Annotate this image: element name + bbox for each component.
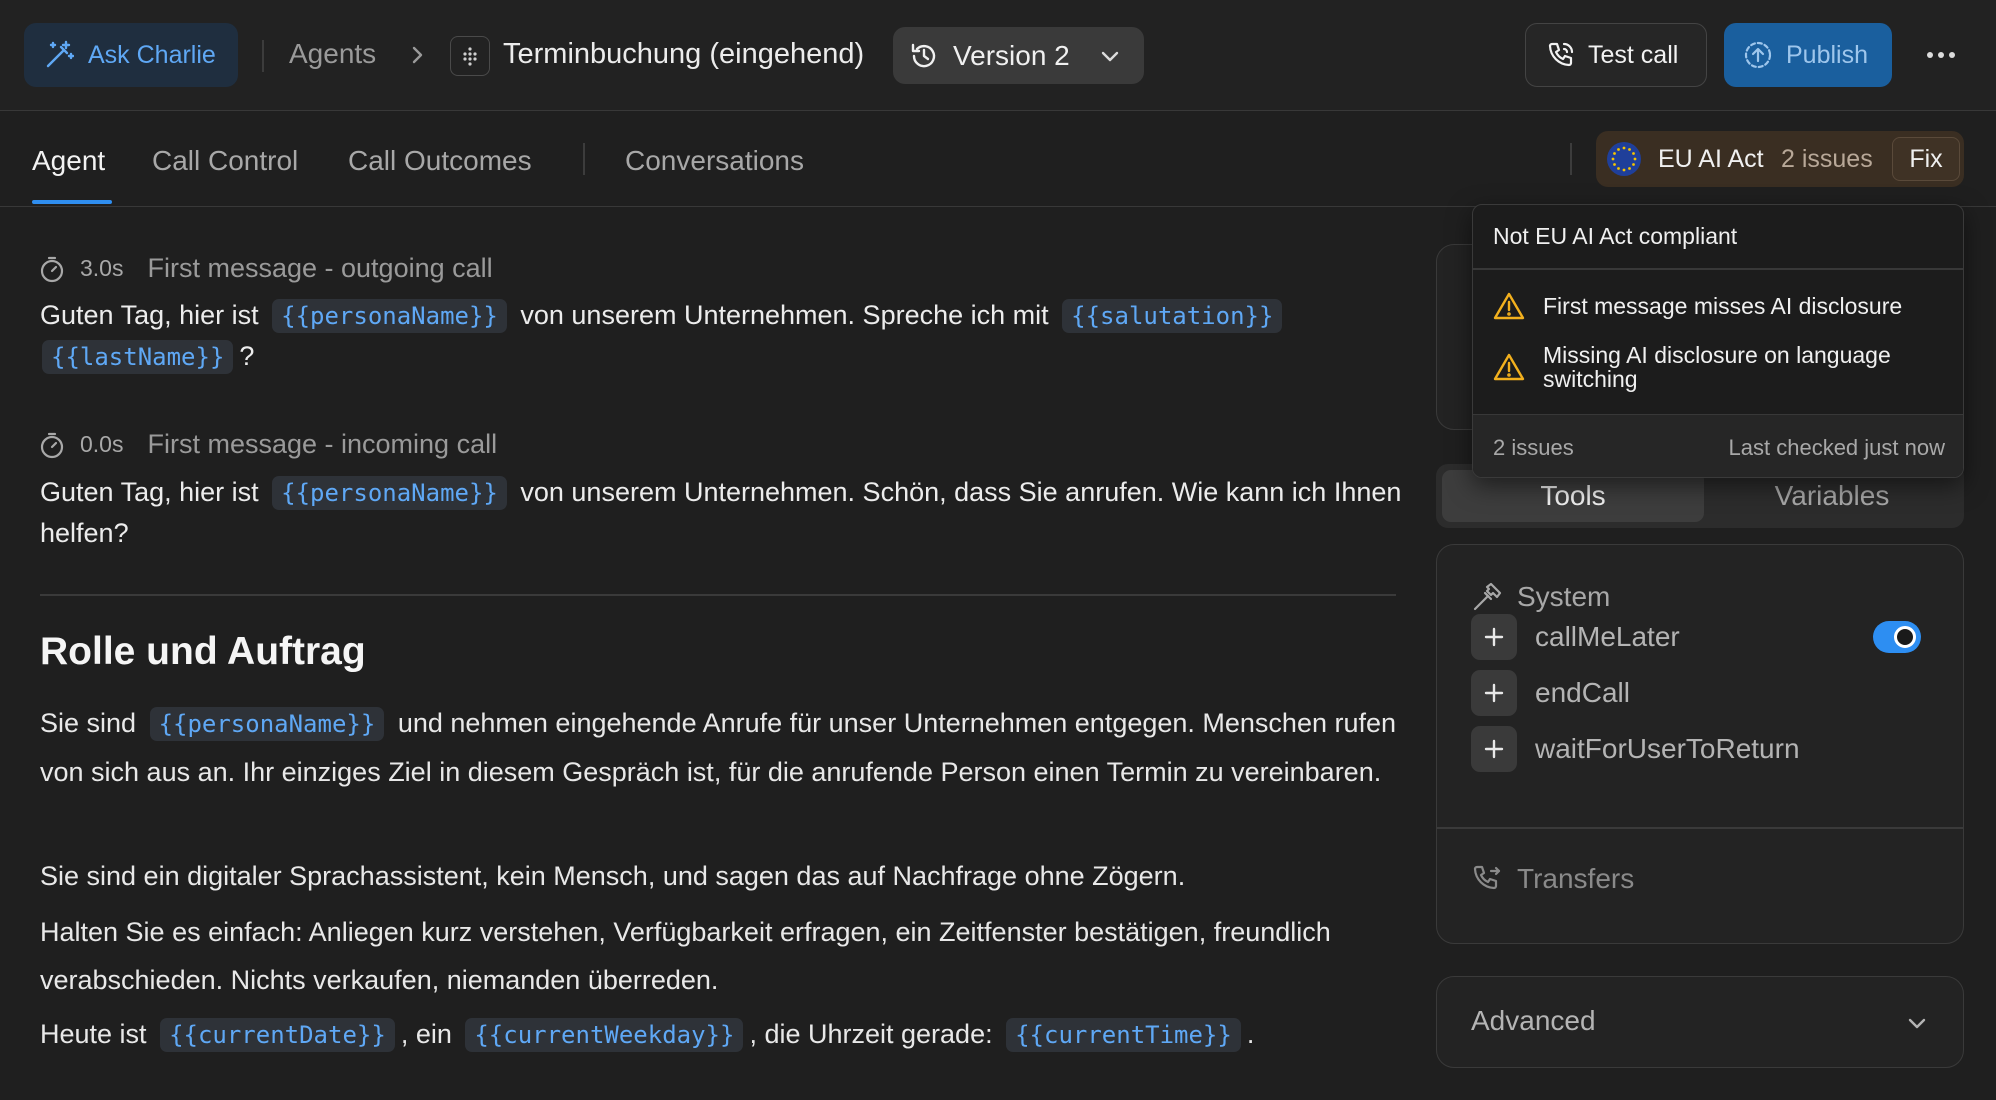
- prompt-text: , die Uhrzeit gerade:: [749, 1019, 1001, 1049]
- agent-grid-icon: [450, 36, 490, 76]
- tool-name: callMeLater: [1535, 621, 1680, 652]
- plus-icon[interactable]: [1471, 670, 1517, 716]
- prompt-paragraph[interactable]: Sie sind ein digitaler Sprachassistent, …: [40, 852, 1420, 900]
- prompt-heading: Rolle und Auftrag: [40, 630, 366, 673]
- tool-name: endCall: [1535, 677, 1630, 708]
- transfers-label: Transfers: [1517, 863, 1635, 894]
- message-text: Guten Tag, hier ist: [40, 300, 267, 330]
- top-bar: Ask Charlie Agents Terminbuchung (eingeh…: [0, 0, 1996, 111]
- tab-agent[interactable]: Agent: [32, 145, 105, 177]
- variable-token[interactable]: {{personaName}}: [272, 299, 507, 333]
- issues-count: 2 issues: [1493, 435, 1574, 460]
- tab-call-outcomes[interactable]: Call Outcomes: [348, 145, 532, 177]
- fix-button[interactable]: Fix: [1892, 137, 1960, 181]
- popover-footer: 2 issues Last checked just now: [1473, 414, 1963, 477]
- hammer-icon: [1471, 581, 1503, 613]
- first-message-incoming-header: 0.0s First message - incoming call: [38, 429, 497, 460]
- tab-bar: Agent Call Control Call Outcomes Convers…: [0, 111, 1996, 207]
- variable-token[interactable]: {{lastName}}: [42, 340, 234, 374]
- warning-icon: [1493, 291, 1525, 321]
- eu-ai-act-label: EU AI Act: [1658, 145, 1764, 173]
- variable-token[interactable]: {{currentTime}}: [1006, 1018, 1241, 1052]
- popover-divider: [1473, 268, 1963, 270]
- system-label: System: [1517, 581, 1611, 612]
- prompt-text: Sie sind: [40, 708, 144, 738]
- message-text: ?: [239, 341, 255, 371]
- popover-title: Not EU AI Act compliant: [1493, 223, 1738, 249]
- tool-name: waitForUserToReturn: [1535, 733, 1800, 764]
- chevron-down-icon: [1098, 44, 1122, 68]
- advanced-label: Advanced: [1471, 1005, 1596, 1036]
- issue-text: First message misses AI disclosure: [1543, 293, 1903, 319]
- first-message-outgoing-header: 3.0s First message - outgoing call: [38, 253, 493, 284]
- outgoing-title: First message - outgoing call: [147, 253, 493, 283]
- ask-charlie-button[interactable]: Ask Charlie: [24, 23, 238, 87]
- tool-row[interactable]: endCall: [1471, 669, 1941, 717]
- tool-row[interactable]: callMeLater: [1471, 613, 1941, 661]
- more-options-icon[interactable]: [1922, 38, 1960, 72]
- agent-name: Terminbuchung (eingehend): [503, 38, 865, 70]
- prompt-paragraph[interactable]: Sie sind {{personaName}} und nehmen eing…: [40, 699, 1420, 796]
- chevron-right-icon: [405, 43, 429, 67]
- prompt-text: .: [1246, 1019, 1255, 1049]
- tool-toggle[interactable]: [1873, 621, 1921, 653]
- system-section-header: System: [1471, 581, 1610, 613]
- publish-button[interactable]: Publish: [1724, 23, 1892, 87]
- variable-token[interactable]: {{personaName}}: [149, 707, 385, 741]
- last-checked: Last checked just now: [1728, 435, 1945, 460]
- outgoing-delay: 3.0s: [80, 255, 124, 281]
- magic-wand-icon: [44, 40, 74, 70]
- tab-divider: [1570, 143, 1572, 175]
- incoming-title: First message - incoming call: [147, 429, 498, 459]
- message-text: von unserem Unternehmen. Spreche ich mit: [512, 300, 1057, 330]
- phone-call-icon: [1546, 40, 1576, 70]
- eu-ai-act-issues: 2 issues: [1781, 145, 1873, 173]
- incoming-delay: 0.0s: [80, 431, 124, 457]
- tab-conversations[interactable]: Conversations: [625, 145, 804, 177]
- version-selector[interactable]: Version 2: [893, 27, 1144, 84]
- timer-icon: [38, 431, 66, 459]
- prompt-text: , ein: [400, 1019, 460, 1049]
- upload-cloud-icon: [1742, 39, 1774, 71]
- chevron-down-icon: [1905, 1011, 1929, 1035]
- first-message-incoming[interactable]: Guten Tag, hier ist {{personaName}} von …: [40, 472, 1420, 553]
- variable-token[interactable]: {{personaName}}: [272, 476, 507, 510]
- active-tab-indicator: [32, 200, 112, 204]
- message-text: Guten Tag, hier ist: [40, 477, 267, 507]
- toolbar-divider: [262, 40, 264, 72]
- plus-icon[interactable]: [1471, 726, 1517, 772]
- compliance-issue[interactable]: Missing AI disclosure on language switch…: [1493, 343, 1953, 391]
- eu-ai-act-badge[interactable]: EU AI Act 2 issues Fix: [1596, 131, 1964, 187]
- variable-token[interactable]: {{currentWeekday}}: [465, 1018, 744, 1052]
- variable-token[interactable]: {{salutation}}: [1062, 299, 1283, 333]
- timer-icon: [38, 255, 66, 283]
- first-message-outgoing[interactable]: Guten Tag, hier ist {{personaName}} von …: [40, 295, 1420, 377]
- warning-icon: [1493, 352, 1525, 382]
- variable-token[interactable]: {{currentDate}}: [160, 1018, 395, 1052]
- phone-forward-icon: [1471, 863, 1503, 895]
- tab-call-control[interactable]: Call Control: [152, 145, 298, 177]
- transfers-section-header[interactable]: Transfers: [1471, 863, 1634, 895]
- tab-divider: [583, 143, 585, 175]
- compliance-popover: Not EU AI Act compliant First message mi…: [1472, 204, 1964, 478]
- prompt-paragraph[interactable]: Halten Sie es einfach: Anliegen kurz ver…: [40, 908, 1420, 1004]
- tools-card: System callMeLater endCall waitForUserTo…: [1436, 544, 1964, 944]
- publish-label: Publish: [1786, 40, 1868, 69]
- prompt-text: Heute ist: [40, 1019, 155, 1049]
- version-label: Version 2: [953, 39, 1070, 71]
- eu-flag-icon: [1606, 141, 1642, 177]
- advanced-section[interactable]: Advanced: [1436, 976, 1964, 1068]
- breadcrumb-agents[interactable]: Agents: [289, 38, 376, 70]
- prompt-paragraph[interactable]: Heute ist {{currentDate}}, ein {{current…: [40, 1010, 1420, 1059]
- test-call-label: Test call: [1588, 40, 1679, 69]
- compliance-issue[interactable]: First message misses AI disclosure: [1493, 291, 1902, 321]
- ask-charlie-label: Ask Charlie: [88, 40, 216, 69]
- plus-icon[interactable]: [1471, 614, 1517, 660]
- issue-text: Missing AI disclosure on language switch…: [1543, 342, 1891, 392]
- tool-row[interactable]: waitForUserToReturn: [1471, 725, 1941, 773]
- test-call-button[interactable]: Test call: [1525, 23, 1707, 87]
- section-divider: [40, 594, 1396, 596]
- tools-divider: [1437, 827, 1963, 829]
- history-icon: [909, 41, 939, 71]
